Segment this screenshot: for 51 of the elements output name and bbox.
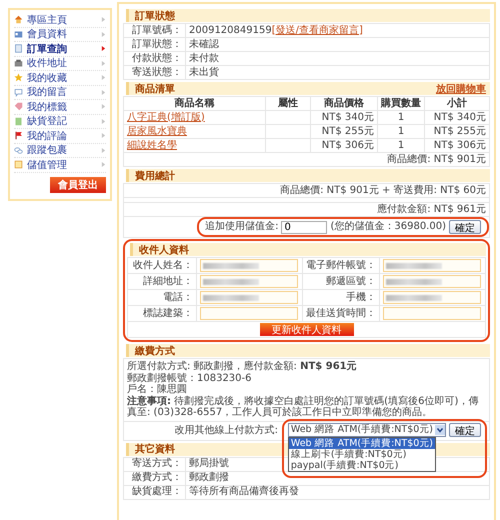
payment-info-text: 注意事項: 待劃撥完成後，將收據空白處註明您的訂單號碼(填寫後6位即可)，傳真至: (03)328-6557，工作人員可於該工作日中立即準備您的商品。 — [127, 396, 480, 418]
field-value: 2009120849159 — [189, 24, 272, 36]
section-title: 訂單狀態 — [135, 10, 175, 22]
column-header: 商品名稱 — [124, 96, 266, 110]
column-header: 購買數量 — [378, 96, 424, 110]
field-label: 追加使用儲值金: — [205, 221, 278, 233]
field-value: 未付款 — [189, 52, 219, 64]
column-header: 小計 — [424, 96, 490, 110]
balance-text: (您的儲值金：36980.00) — [330, 221, 446, 233]
section-title: 繳費方式 — [135, 344, 175, 358]
field-label: 訂單狀態： — [124, 38, 186, 52]
field-label: 最佳送貨時間： — [302, 306, 380, 322]
field-label: 寄送狀態： — [124, 66, 186, 80]
table-cell: 1 — [378, 110, 424, 124]
field-value: 郵政劃撥 — [186, 471, 490, 485]
field-label: 手機： — [302, 290, 380, 306]
table-cell: NT$ 255元 — [310, 124, 378, 138]
payment-info-text: 所選付款方式: 郵政劃撥，應付款金額: NT$ 961元 — [127, 361, 358, 372]
table-cell: 1 — [378, 138, 424, 152]
field-label: 改用其他線上付款方式: — [174, 424, 278, 436]
field-label: 電子郵件帳號： — [302, 258, 380, 274]
payment-info-text: 戶名：陳思圓 — [127, 384, 188, 395]
field-label: 寄送方式： — [124, 457, 186, 471]
table-cell: NT$ 306元 — [424, 138, 490, 152]
field-value: 未確認 — [189, 38, 219, 50]
field-label: 付款狀態： — [124, 52, 186, 66]
column-header: 屬性 — [265, 96, 310, 110]
column-header: 商品價格 — [310, 96, 378, 110]
field-label: 繳費方式： — [124, 471, 186, 485]
fee-summary: 商品總價: NT$ 901元 + 寄送費用: NT$ 60元 — [124, 184, 490, 198]
field-label: 標誌建築： — [128, 306, 196, 322]
field-label: 缺貨處理： — [124, 485, 186, 499]
field-label: 收件人姓名： — [128, 258, 196, 274]
field-label: 電話： — [128, 290, 196, 306]
field-value: 未出貨 — [189, 66, 219, 78]
section-title: 商品清單 — [135, 82, 175, 96]
payment-info-text: 郵政劃撥帳號：1083230-6 — [127, 372, 253, 384]
total-text: 商品總價: NT$ 901元 — [124, 152, 490, 166]
field-label: 訂單號碼： — [124, 24, 186, 38]
table-cell: NT$ 255元 — [424, 124, 490, 138]
table-cell: NT$ 340元 — [310, 110, 378, 124]
table-cell: NT$ 306元 — [310, 138, 378, 152]
table-cell: NT$ 340元 — [424, 110, 490, 124]
section-title: 費用總計 — [135, 170, 175, 182]
field-label: 詳細地址： — [128, 274, 196, 290]
section-title: 其它資料 — [135, 442, 175, 456]
field-value: 等待所有商品備齊後再發 — [186, 485, 490, 499]
section-title: 收件人資料 — [139, 244, 189, 256]
table-cell: 1 — [378, 124, 424, 138]
amount-due: 應付款金額: NT$ 961元 — [124, 202, 490, 216]
field-label: 郵遞區號： — [302, 274, 380, 290]
